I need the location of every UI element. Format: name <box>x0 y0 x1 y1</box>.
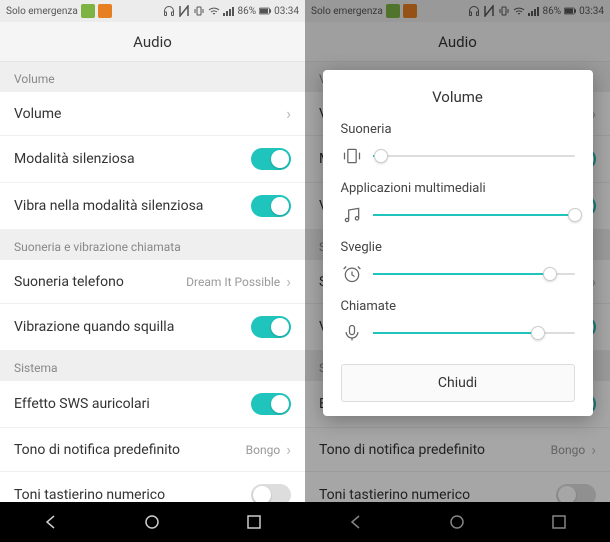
nav-recent-icon[interactable] <box>245 513 263 531</box>
slider-track[interactable] <box>373 214 575 216</box>
row-vibrate-silent[interactable]: Vibra nella modalità silenziosa <box>0 183 305 230</box>
clock: 03:34 <box>274 6 299 17</box>
alarm-icon <box>341 263 363 285</box>
volume-dialog: Volume Suoneria Applicazioni multimedial… <box>323 70 593 416</box>
slider-ringtone: Suoneria <box>341 122 575 167</box>
app-badge-icon <box>81 4 95 18</box>
headphones-icon <box>163 5 175 17</box>
row-phone-ringtone[interactable]: Suoneria telefono Dream It Possible › <box>0 260 305 304</box>
row-silent-mode[interactable]: Modalità silenziosa <box>0 136 305 183</box>
slider-thumb[interactable] <box>568 208 582 222</box>
phone-left: Solo emergenza 86% 03:34 Audio Volume Vo… <box>0 0 305 542</box>
nav-home-icon[interactable] <box>143 513 161 531</box>
signal-icon <box>223 5 235 17</box>
vibrate-icon <box>341 145 363 167</box>
notification-value: Bongo <box>246 443 281 457</box>
toggle-vibrate-ring[interactable] <box>251 316 291 338</box>
slider-track[interactable] <box>373 273 575 275</box>
microphone-icon <box>341 322 363 344</box>
wifi-icon <box>208 5 220 17</box>
toggle-sws[interactable] <box>251 393 291 415</box>
row-volume[interactable]: Volume › <box>0 92 305 136</box>
ringtone-value: Dream It Possible <box>186 275 280 289</box>
slider-thumb[interactable] <box>374 149 388 163</box>
row-vibrate-ring[interactable]: Vibrazione quando squilla <box>0 304 305 351</box>
settings-list: Volume Volume › Modalità silenziosa Vibr… <box>0 62 305 502</box>
page-title: Audio <box>0 22 305 62</box>
chevron-right-icon: › <box>286 272 291 291</box>
statusbar: Solo emergenza 86% 03:34 <box>0 0 305 22</box>
section-volume: Volume <box>0 62 305 92</box>
app-badge-icon <box>98 4 112 18</box>
slider-track[interactable] <box>373 332 575 334</box>
toggle-keypad-tones[interactable] <box>251 484 291 502</box>
close-button[interactable]: Chiudi <box>341 364 575 402</box>
chevron-right-icon: › <box>286 104 291 123</box>
vibrate-icon <box>193 5 205 17</box>
phone-right: Solo emergenza 86% 03:34 Audio Volume Vo… <box>305 0 610 542</box>
row-notification-tone[interactable]: Tono di notifica predefinito Bongo › <box>0 428 305 472</box>
navbar <box>0 502 305 542</box>
slider-alarm: Sveglie <box>341 240 575 285</box>
music-note-icon <box>341 204 363 226</box>
nav-back-icon[interactable] <box>42 513 60 531</box>
dialog-title: Volume <box>341 88 575 106</box>
toggle-vibrate-silent[interactable] <box>251 195 291 217</box>
slider-media: Applicazioni multimediali <box>341 181 575 226</box>
toggle-silent-mode[interactable] <box>251 148 291 170</box>
section-system: Sistema <box>0 351 305 381</box>
row-sws-effect[interactable]: Effetto SWS auricolari <box>0 381 305 428</box>
section-ringtone: Suoneria e vibrazione chiamata <box>0 230 305 260</box>
dialog-overlay[interactable]: Volume Suoneria Applicazioni multimedial… <box>305 0 610 542</box>
battery-icon <box>259 5 271 17</box>
carrier-text: Solo emergenza <box>6 6 78 17</box>
slider-thumb[interactable] <box>531 326 545 340</box>
battery-pct: 86% <box>238 6 257 17</box>
slider-calls: Chiamate <box>341 299 575 344</box>
slider-thumb[interactable] <box>543 267 557 281</box>
row-keypad-tones[interactable]: Toni tastierino numerico <box>0 472 305 502</box>
nfc-icon <box>178 5 190 17</box>
slider-track[interactable] <box>373 155 575 157</box>
chevron-right-icon: › <box>286 440 291 459</box>
